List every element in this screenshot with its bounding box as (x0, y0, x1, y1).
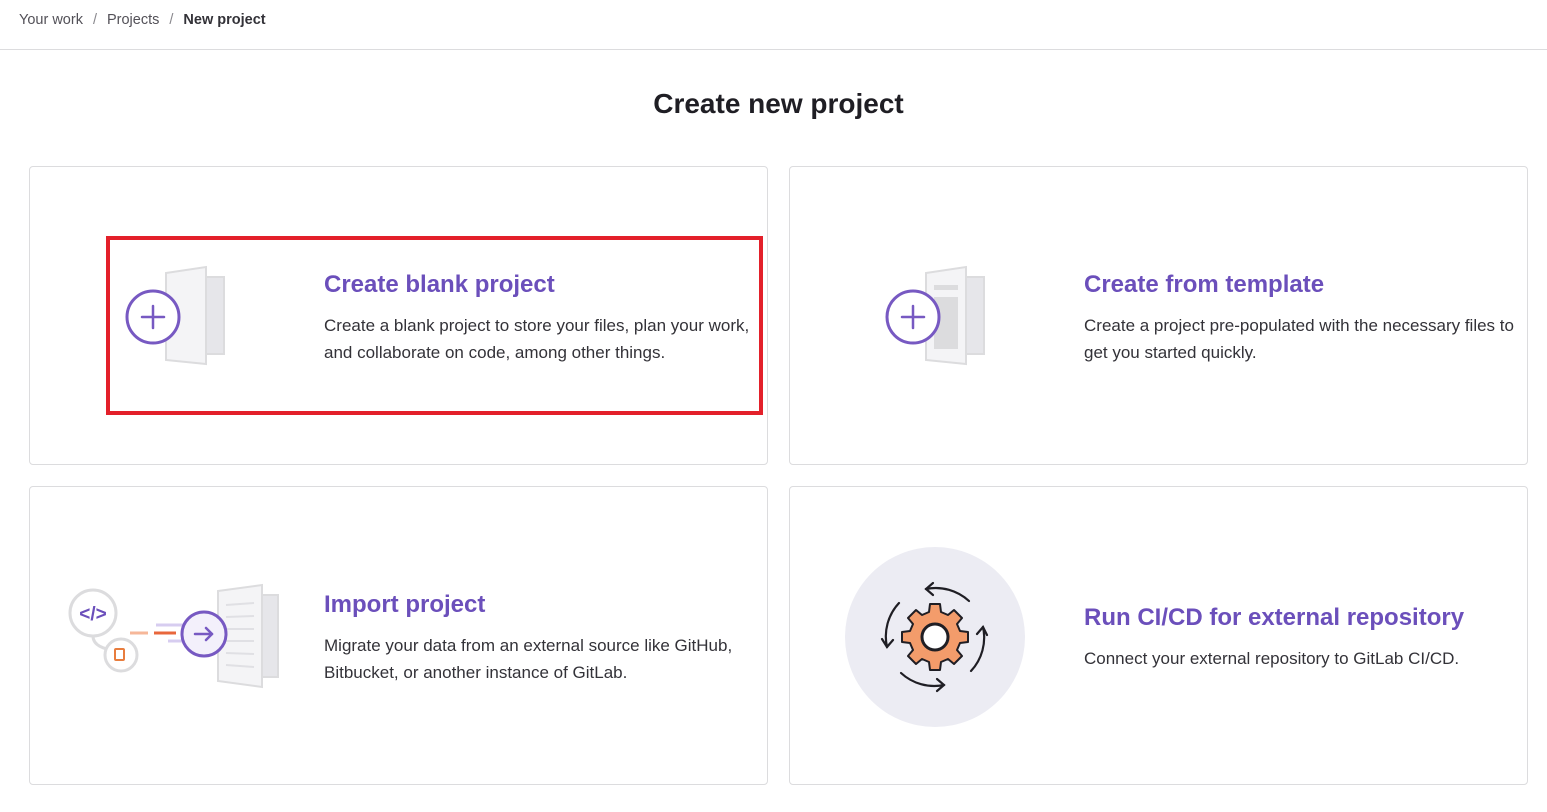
card-text: Import project Migrate your data from an… (324, 590, 764, 686)
card-text: Create from template Create a project pr… (1084, 270, 1524, 366)
svg-text:</>: </> (79, 604, 106, 625)
breadcrumb: Your work / Projects / New project (19, 12, 266, 28)
cicd-gear-icon (844, 546, 1026, 733)
card-description: Create a project pre-populated with the … (1084, 316, 1514, 362)
breadcrumb-bar: Your work / Projects / New project (0, 0, 1547, 50)
breadcrumb-new-project: New project (183, 12, 266, 28)
breadcrumb-separator: / (92, 12, 97, 28)
card-description: Connect your external repository to GitL… (1084, 649, 1460, 668)
card-description: Migrate your data from an external sourc… (324, 636, 733, 682)
card-title[interactable]: Import project (324, 590, 764, 620)
import-project-card[interactable]: </> Import project Migrate your data fro… (29, 486, 768, 785)
breadcrumb-separator: / (169, 12, 174, 28)
run-cicd-card[interactable]: Run CI/CD for external repository Connec… (789, 486, 1528, 785)
template-project-icon (884, 265, 994, 375)
card-title[interactable]: Run CI/CD for external repository (1084, 603, 1524, 633)
import-project-icon: </> (68, 581, 288, 701)
card-description: Create a blank project to store your fil… (324, 316, 750, 362)
card-text: Create blank project Create a blank proj… (324, 270, 764, 366)
breadcrumb-projects[interactable]: Projects (107, 12, 159, 28)
card-title[interactable]: Create blank project (324, 270, 764, 300)
blank-project-icon (124, 265, 234, 375)
create-from-template-card[interactable]: Create from template Create a project pr… (789, 166, 1528, 465)
breadcrumb-your-work[interactable]: Your work (19, 12, 83, 28)
card-title[interactable]: Create from template (1084, 270, 1524, 300)
card-text: Run CI/CD for external repository Connec… (1084, 603, 1524, 672)
page-title: Create new project (653, 88, 904, 119)
create-blank-project-card[interactable]: Create blank project Create a blank proj… (29, 166, 768, 465)
